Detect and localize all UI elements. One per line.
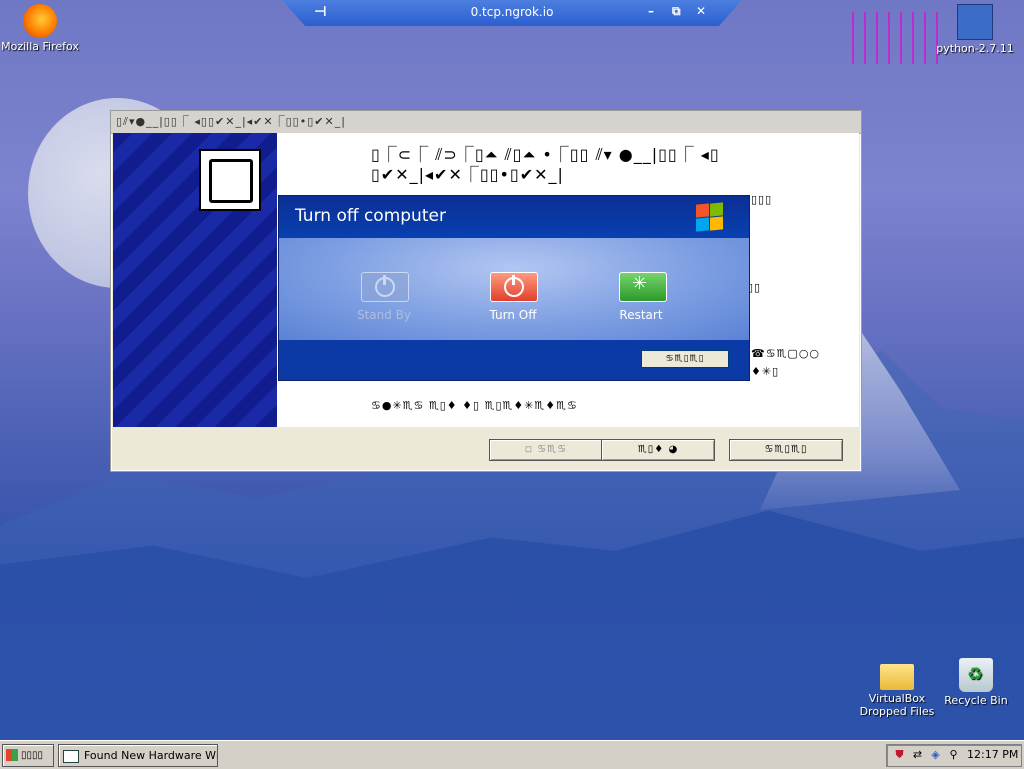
start-label: ▯▯▯▯ <box>21 750 44 761</box>
taskbar-button-label: Found New Hardware Wi... <box>84 749 218 762</box>
turn-off-button[interactable] <box>490 272 538 302</box>
firefox-icon <box>23 4 57 38</box>
taskbar-button-hardware-wizard[interactable]: Found New Hardware Wi... <box>58 744 218 767</box>
desktop-icon-label: VirtualBox Dropped Files <box>859 692 935 718</box>
restart-icon <box>632 273 649 294</box>
wizard-side-banner <box>113 133 277 427</box>
turn-off-dialog: Turn off computer Stand By Turn Off Rest… <box>278 195 750 381</box>
desktop-icon-label: Mozilla Firefox <box>1 40 79 53</box>
desktop-icon-firefox[interactable]: Mozilla Firefox <box>0 4 85 53</box>
clock[interactable]: 12:17 PM <box>967 748 1018 761</box>
wizard-heading: ▯⎾⊂⎾ ⫽⊃⎾▯⏶ ⫽▯⏶ •⎾▯▯ ⫽▾ ●__|▯▯⎾ ◂▯ ▯✔✕_|◂… <box>371 145 720 184</box>
desktop-icon-python[interactable]: python-2.7.11 <box>930 4 1020 55</box>
desktop-icon-virtualbox-files[interactable]: VirtualBox Dropped Files <box>852 658 942 718</box>
cancel-button[interactable]: ♋♏▯♏▯ <box>729 439 843 461</box>
restore-icon[interactable]: ⧉ <box>672 4 681 19</box>
wizard-instruction: ♋●✳♏♋ ♏▯♦ ♦▯ ♏▯♏♦✳♏♦♏♋ <box>371 399 578 412</box>
power-icon <box>375 275 395 297</box>
next-button[interactable]: ♏▯♦ ◕ <box>601 439 715 461</box>
dialog-title: Turn off computer <box>295 206 446 226</box>
stand-by-button[interactable] <box>361 272 409 302</box>
installer-icon <box>957 4 993 40</box>
windows-flag-icon <box>6 749 18 761</box>
remote-connection-bar: ⊣ 0.tcp.ngrok.io – ⧉ ✕ <box>282 0 742 26</box>
desktop-icon-label: python-2.7.11 <box>936 42 1014 55</box>
start-button[interactable]: ▯▯▯▯ <box>2 744 54 767</box>
wizard-text-line: ▯▯▯ <box>751 193 773 206</box>
turn-off-footer: ♋♏▯♏▯ <box>279 340 749 380</box>
folder-icon <box>880 664 914 690</box>
desktop-icon-recycle-bin[interactable]: Recycle Bin <box>931 658 1021 707</box>
window-icon <box>63 749 79 763</box>
wizard-text-line: ♦✳▯ <box>751 365 780 378</box>
dialog-cancel-button[interactable]: ♋♏▯♏▯ <box>641 350 729 368</box>
restart-button[interactable] <box>619 272 667 302</box>
wizard-titlebar[interactable]: ▯⫽▾●__|▯▯⎾ ◂▯▯✔✕_|◂✔✕⎾▯▯•▯✔✕_| <box>111 111 861 134</box>
stand-by-label: Stand By <box>356 308 412 322</box>
shield-icon[interactable]: ⛊ <box>893 748 906 762</box>
recycle-bin-icon <box>959 658 993 692</box>
hardware-icon <box>199 149 261 211</box>
taskbar: ▯▯▯▯ Found New Hardware Wi... ⛊ ⇄ ◈ ⚲ 12… <box>0 740 1024 769</box>
restart-label: Restart <box>619 308 663 322</box>
turn-off-label: Turn Off <box>489 308 537 322</box>
desktop-icon-label: Recycle Bin <box>944 694 1008 707</box>
back-button[interactable]: ◽ ♋♏♋ <box>489 439 603 461</box>
safely-remove-icon[interactable]: ⚲ <box>947 748 960 762</box>
power-icon <box>504 275 524 297</box>
wizard-text-line: ☎♋♏▢○○ <box>751 347 821 360</box>
close-icon[interactable]: ✕ <box>696 4 706 18</box>
windows-logo-icon <box>694 202 724 232</box>
virtualbox-icon[interactable]: ◈ <box>929 748 942 762</box>
minimize-icon[interactable]: – <box>648 4 654 18</box>
network-icon[interactable]: ⇄ <box>911 748 924 762</box>
system-tray: ⛊ ⇄ ◈ ⚲ 12:17 PM <box>886 744 1022 767</box>
turn-off-header: Turn off computer <box>279 196 749 238</box>
turn-off-options: Stand By Turn Off Restart <box>279 238 749 340</box>
